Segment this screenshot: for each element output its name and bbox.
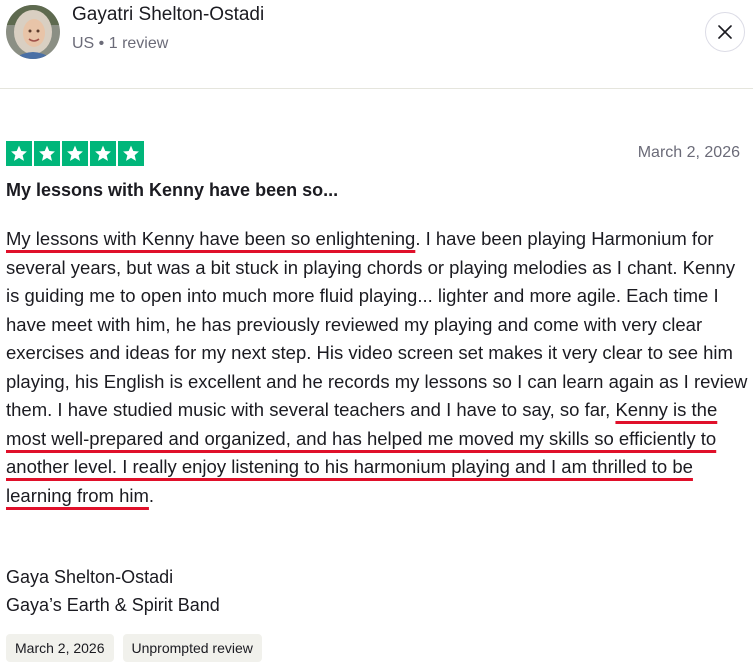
star-icon — [62, 141, 88, 166]
star-icon — [6, 141, 32, 166]
review-signature: Gaya Shelton-Ostadi Gaya’s Earth & Spiri… — [6, 563, 220, 619]
header-divider — [0, 88, 753, 89]
date-tag: March 2, 2026 — [6, 634, 114, 662]
star-icon — [34, 141, 60, 166]
avatar-photo-icon — [6, 5, 60, 59]
star-rating — [6, 141, 144, 166]
review-title[interactable]: My lessons with Kenny have been so... — [6, 180, 338, 201]
close-icon — [718, 25, 732, 39]
close-button[interactable] — [705, 12, 745, 52]
highlighted-text: My lessons with Kenny have been so enlig… — [6, 228, 416, 249]
star-icon — [118, 141, 144, 166]
avatar[interactable] — [6, 5, 60, 59]
body-text: . — [148, 484, 155, 506]
body-text: . I have been playing Harmonium for seve… — [6, 228, 748, 420]
star-icon — [90, 141, 116, 166]
signature-band: Gaya’s Earth & Spirit Band — [6, 595, 220, 615]
review-date: March 2, 2026 — [637, 144, 740, 161]
unprompted-review-tag[interactable]: Unprompted review — [122, 634, 262, 662]
reviewer-meta: US • 1 review — [72, 35, 169, 52]
reviewer-name[interactable]: Gayatri Shelton-Ostadi — [72, 4, 264, 26]
reviewer-header: Gayatri Shelton-Ostadi US • 1 review — [0, 0, 753, 88]
review-body: My lessons with Kenny have been so enlig… — [6, 225, 751, 510]
review-tags: March 2, 2026 Unprompted review — [6, 634, 262, 662]
signature-name: Gaya Shelton-Ostadi — [6, 567, 174, 587]
